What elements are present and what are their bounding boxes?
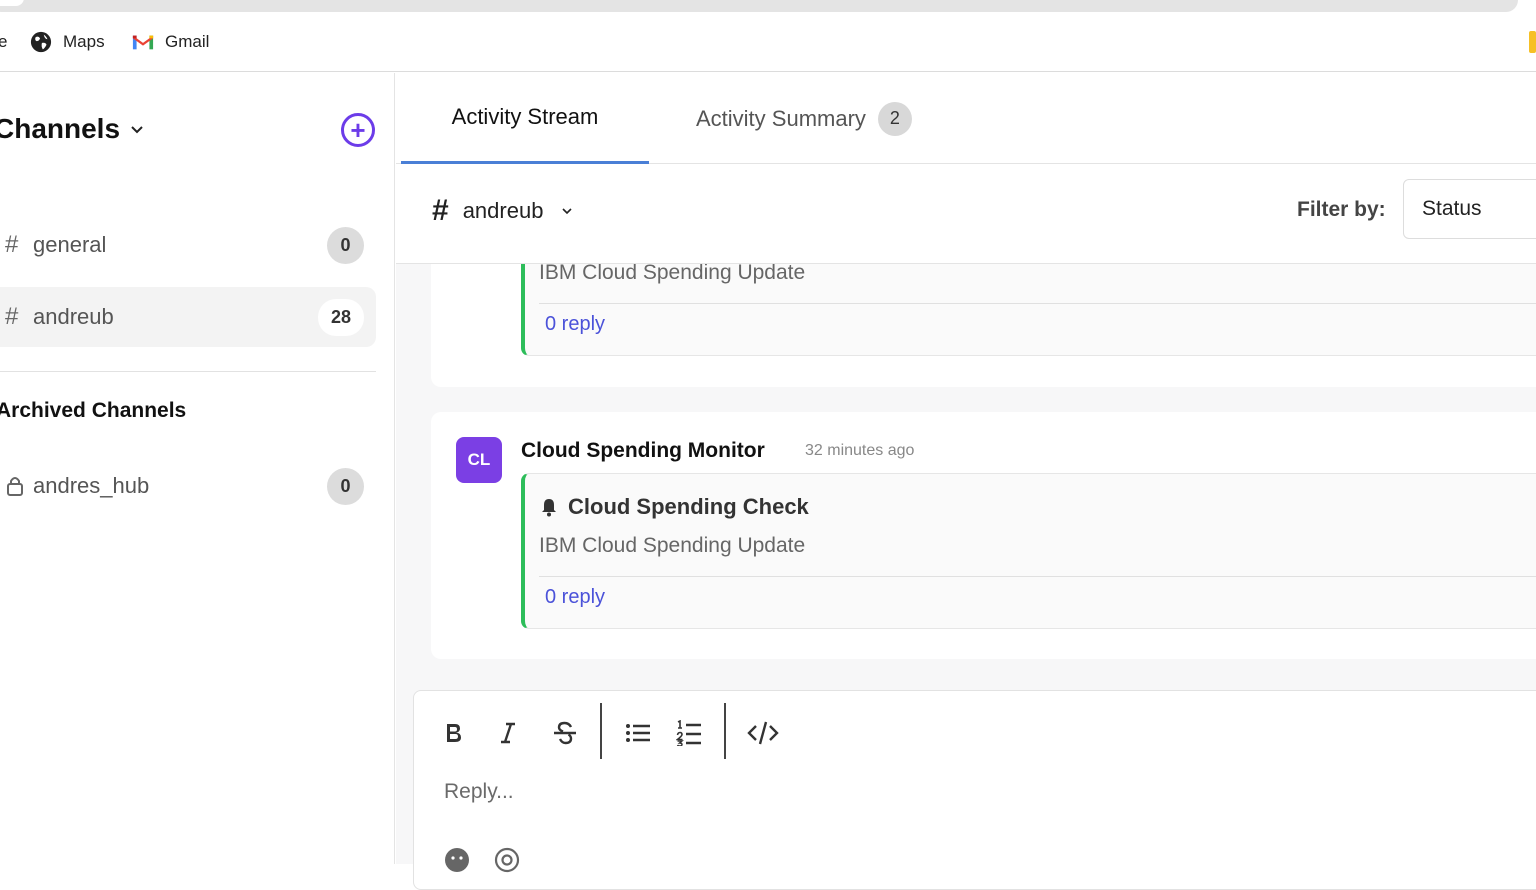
activity-title: Cloud Spending Check [539,494,809,520]
activity-card: IBM Cloud Spending Update 0 reply [431,264,1536,387]
reply-link[interactable]: 0 reply [545,586,605,609]
bookmark-label: Gmail [165,32,210,51]
toolbar-separator [724,703,726,759]
avatar[interactable]: CL [456,437,502,483]
main-panel: Activity Stream Activity Summary 2 # and… [396,73,1536,890]
tab-activity-summary[interactable]: Activity Summary 2 [696,73,912,164]
bullet-list-icon [626,724,650,742]
bookmark-maps[interactable]: Maps [30,30,105,54]
italic-button[interactable] [490,715,526,751]
bookmark-label: e [0,32,8,51]
bullet-list-button[interactable] [620,715,656,751]
toolbar-separator [600,703,602,759]
sidebar-item-andreub[interactable]: # andreub 28 [0,287,376,347]
tab-bar: Activity Stream Activity Summary 2 [396,73,1536,164]
bookmark-label: Maps [63,32,105,51]
activity-description: IBM Cloud Spending Update [539,534,806,557]
activity-feed[interactable]: IBM Cloud Spending Update 0 reply CL Clo… [396,264,1536,678]
archived-channels-title: Archived Channels [0,399,187,422]
hash-icon: # [432,194,449,227]
unread-count-badge: 0 [327,226,364,264]
numbered-list-button[interactable] [671,715,707,751]
filter-bar: # andreub Filter by: Status [396,164,1536,264]
channel-name: andres_hub [33,473,150,498]
chevron-down-icon [131,126,143,134]
emoji-icon[interactable] [444,847,470,873]
mention-icon[interactable] [494,847,520,873]
numbered-list-icon [676,720,701,746]
divider [539,576,1536,577]
bookmarks-bar: e Maps Gmail [0,14,1536,72]
italic-icon [501,722,515,744]
timestamp: 32 minutes ago [805,442,915,459]
activity-body: Cloud Spending Check IBM Cloud Spending … [521,473,1536,629]
unread-count-badge: 0 [327,467,364,505]
activity-description: IBM Cloud Spending Update [539,264,806,284]
activity-card: CL Cloud Spending Monitor 32 minutes ago… [431,412,1536,659]
code-icon [747,721,779,745]
gmail-icon [132,35,154,50]
tab-label: Activity Summary [696,105,866,131]
tab-label: Activity Stream [451,104,599,129]
channel-sidebar: Channels + # general 0 # andreub 28 Arch… [0,73,395,864]
tab-activity-stream[interactable]: Activity Stream [401,73,649,164]
bold-button[interactable] [436,715,472,751]
filter-label: Filter by: [1297,198,1386,221]
bookmark-folder-edge[interactable] [1529,31,1536,53]
unread-count-badge: 28 [318,298,364,336]
channels-dropdown[interactable]: Channels [0,113,144,145]
bell-icon [542,499,556,517]
channel-selector[interactable]: # andreub [432,194,573,228]
status-filter-value: Status [1422,197,1482,220]
author-name: Cloud Spending Monitor [521,439,765,462]
browser-tab-strip [0,0,1536,14]
count-badge: 2 [877,101,912,136]
activity-title-text: Cloud Spending Check [568,494,809,519]
activity-body: IBM Cloud Spending Update 0 reply [521,264,1536,356]
reply-composer [413,690,1536,890]
reply-link[interactable]: 0 reply [545,313,605,336]
add-channel-button[interactable]: + [341,113,375,147]
divider [539,303,1536,304]
bookmark-partial[interactable]: e [0,30,7,54]
hash-icon: # [5,303,19,330]
plus-icon: + [350,115,366,145]
bookmark-gmail[interactable]: Gmail [132,30,209,54]
channel-name: andreub [33,304,114,329]
code-button[interactable] [745,715,781,751]
strikethrough-button[interactable] [547,715,583,751]
sidebar-item-andres-hub[interactable]: andres_hub 0 [0,456,376,516]
status-filter-select[interactable]: Status [1403,179,1536,239]
divider [0,371,376,372]
globe-icon [30,31,52,53]
hash-icon: # [5,231,19,258]
reply-input[interactable] [444,777,1344,807]
channel-name: general [33,232,107,257]
selected-channel-name: andreub [462,198,544,223]
strikethrough-icon [554,721,576,745]
bold-icon [447,724,461,742]
lock-icon [7,477,23,496]
address-bar[interactable] [0,0,1518,12]
channels-title: Channels [0,113,121,144]
sidebar-item-general[interactable]: # general 0 [0,215,376,275]
chevron-down-icon [562,208,573,215]
